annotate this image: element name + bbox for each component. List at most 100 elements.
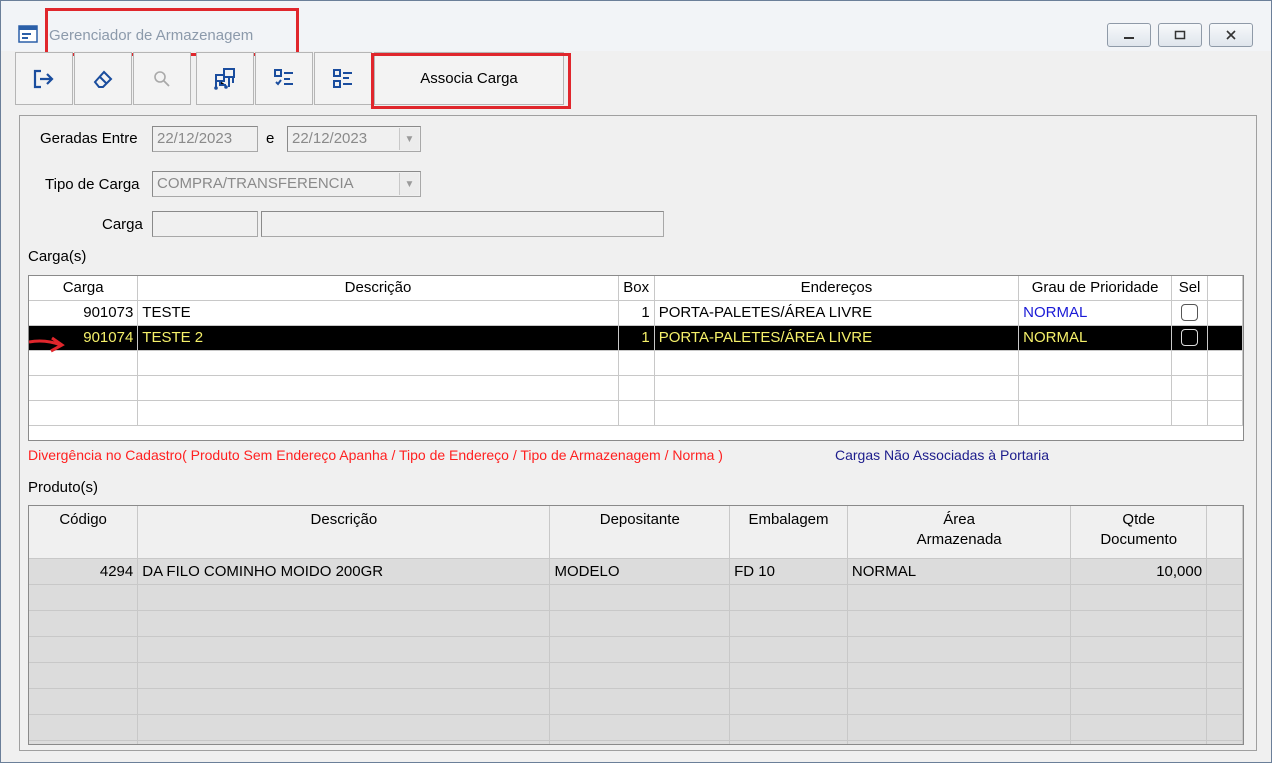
cell-codigo[interactable]: 4294 bbox=[29, 558, 139, 585]
col-header-prioridade[interactable]: Grau de Prioridade bbox=[1018, 276, 1173, 301]
cell-embalagem[interactable]: FD 10 bbox=[729, 558, 848, 585]
cell-carga[interactable]: 901073 bbox=[29, 300, 139, 326]
table-row[interactable]: 4294 DA FILO COMINHO MOIDO 200GR MODELO … bbox=[29, 558, 1243, 585]
cell-prioridade[interactable]: NORMAL bbox=[1018, 325, 1173, 351]
col-header-carga[interactable]: Carga bbox=[29, 276, 139, 301]
col-header-area[interactable]: Área Armazenada bbox=[847, 506, 1072, 559]
col-header-sel[interactable]: Sel bbox=[1171, 276, 1209, 301]
close-button[interactable] bbox=[1209, 23, 1253, 47]
select-checkbox[interactable] bbox=[1181, 329, 1199, 347]
cell-enderecos[interactable]: PORTA-PALETES/ÁREA LIVRE bbox=[654, 325, 1020, 351]
empty-row bbox=[29, 375, 1243, 401]
cell-qtde[interactable]: 10,000 bbox=[1070, 558, 1208, 585]
col-header-enderecos[interactable]: Endereços bbox=[654, 276, 1020, 301]
date-to-field[interactable]: 22/12/2023 ▼ bbox=[287, 126, 421, 152]
cargas-section-label: Carga(s) bbox=[28, 248, 87, 265]
carga-label: Carga bbox=[102, 216, 143, 233]
exit-button[interactable] bbox=[15, 52, 73, 105]
empty-row bbox=[29, 350, 1243, 376]
col-header-depositante[interactable]: Depositante bbox=[549, 506, 731, 559]
col-header-qtde[interactable]: Qtde Documento bbox=[1070, 506, 1208, 559]
chevron-down-icon: ▼ bbox=[404, 178, 415, 190]
col-header-area-line1: Área bbox=[943, 511, 975, 528]
checklist-icon bbox=[274, 68, 293, 86]
date-to-dropdown-button[interactable]: ▼ bbox=[399, 128, 419, 150]
clear-button[interactable] bbox=[74, 52, 132, 105]
cell-empty bbox=[1207, 300, 1243, 326]
produtos-table: Código Descrição Depositante Embalagem Á… bbox=[29, 506, 1243, 744]
col-header-empty bbox=[1206, 506, 1243, 559]
carga-description-field[interactable] bbox=[261, 211, 664, 237]
cell-box[interactable]: 1 bbox=[618, 325, 655, 351]
cell-descricao[interactable]: TESTE bbox=[137, 300, 619, 326]
col-header-descricao[interactable]: Descrição bbox=[137, 276, 619, 301]
cargas-grid[interactable]: Carga Descrição Box Endereços Grau de Pr… bbox=[28, 275, 1244, 441]
maximize-icon bbox=[1174, 30, 1186, 40]
minimize-button[interactable] bbox=[1107, 23, 1151, 47]
tipo-carga-value: COMPRA/TRANSFERENCIA bbox=[157, 175, 354, 192]
divergencia-legend: Divergência no Cadastro( Produto Sem End… bbox=[28, 447, 723, 463]
col-header-empty bbox=[1207, 276, 1243, 301]
maximize-button[interactable] bbox=[1158, 23, 1202, 47]
date-from-field[interactable]: 22/12/2023 bbox=[152, 126, 258, 152]
produtos-grid[interactable]: Código Descrição Depositante Embalagem Á… bbox=[28, 505, 1244, 745]
col-header-box[interactable]: Box bbox=[618, 276, 655, 301]
empty-row bbox=[29, 400, 1243, 426]
title-bar[interactable]: Gerenciador de Armazenagem bbox=[1, 1, 1271, 51]
cell-prioridade[interactable]: NORMAL bbox=[1018, 300, 1173, 326]
empty-row bbox=[29, 740, 1243, 744]
tipo-carga-label: Tipo de Carga bbox=[45, 176, 140, 193]
structure-button[interactable] bbox=[196, 52, 254, 105]
associa-carga-button[interactable]: Associa Carga bbox=[374, 52, 564, 105]
table-row-selected[interactable]: 901074 TESTE 2 1 PORTA-PALETES/ÁREA LIVR… bbox=[29, 325, 1243, 351]
empty-row bbox=[29, 662, 1243, 689]
cell-enderecos[interactable]: PORTA-PALETES/ÁREA LIVRE bbox=[654, 300, 1020, 326]
cell-descricao[interactable]: TESTE 2 bbox=[137, 325, 619, 351]
date-separator-label: e bbox=[266, 130, 275, 147]
empty-row bbox=[29, 610, 1243, 637]
cell-sel bbox=[1171, 325, 1209, 351]
minimize-icon bbox=[1124, 37, 1134, 39]
network-icon bbox=[214, 67, 235, 90]
produtos-section-label: Produto(s) bbox=[28, 479, 99, 496]
cargas-table: Carga Descrição Box Endereços Grau de Pr… bbox=[29, 276, 1243, 426]
col-header-area-line2: Armazenada bbox=[916, 531, 1002, 548]
cell-sel bbox=[1171, 300, 1209, 326]
search-button[interactable] bbox=[133, 52, 191, 105]
close-icon bbox=[1226, 30, 1236, 40]
cell-empty bbox=[1207, 325, 1243, 351]
nao-associadas-legend: Cargas Não Associadas à Portaria bbox=[835, 447, 1049, 463]
main-window: Gerenciador de Armazenagem Associa Carga… bbox=[0, 0, 1272, 763]
empty-row bbox=[29, 584, 1243, 611]
eraser-icon bbox=[93, 70, 113, 88]
cell-depositante[interactable]: MODELO bbox=[549, 558, 731, 585]
carga-code-field[interactable] bbox=[152, 211, 258, 237]
window-title: Gerenciador de Armazenagem bbox=[49, 27, 254, 44]
table-row[interactable]: 901073 TESTE 1 PORTA-PALETES/ÁREA LIVRE … bbox=[29, 300, 1243, 326]
exit-icon bbox=[33, 69, 54, 88]
cell-empty bbox=[1206, 558, 1243, 585]
empty-row bbox=[29, 688, 1243, 715]
list-button[interactable] bbox=[314, 52, 372, 105]
col-header-qtde-line2: Documento bbox=[1100, 531, 1178, 548]
app-icon bbox=[18, 25, 38, 43]
tipo-carga-select[interactable]: COMPRA/TRANSFERENCIA ▼ bbox=[152, 171, 421, 197]
list-icon bbox=[333, 68, 352, 88]
col-header-qtde-line1: Qtde bbox=[1122, 511, 1155, 528]
cell-descricao[interactable]: DA FILO COMINHO MOIDO 200GR bbox=[137, 558, 551, 585]
empty-row bbox=[29, 636, 1243, 663]
tipo-carga-dropdown-button[interactable]: ▼ bbox=[399, 173, 419, 195]
empty-row bbox=[29, 714, 1243, 741]
date-to-value: 22/12/2023 bbox=[292, 130, 368, 147]
toolbar: Associa Carga bbox=[15, 52, 1255, 107]
col-header-embalagem[interactable]: Embalagem bbox=[729, 506, 848, 559]
col-header-codigo[interactable]: Código bbox=[29, 506, 139, 559]
col-header-descricao[interactable]: Descrição bbox=[137, 506, 551, 559]
geradas-label: Geradas Entre bbox=[40, 130, 138, 147]
cell-box[interactable]: 1 bbox=[618, 300, 655, 326]
red-arrow-annotation bbox=[28, 336, 65, 353]
checklist-button[interactable] bbox=[255, 52, 313, 105]
select-checkbox[interactable] bbox=[1181, 304, 1199, 322]
cell-area[interactable]: NORMAL bbox=[847, 558, 1072, 585]
chevron-down-icon: ▼ bbox=[404, 133, 415, 145]
